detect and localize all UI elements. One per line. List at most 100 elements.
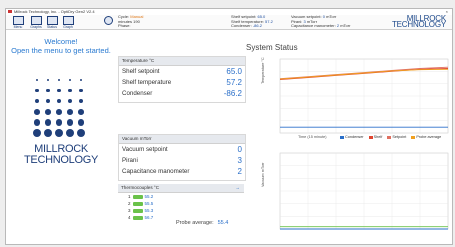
logo-dot — [34, 109, 40, 115]
expand-arrow-icon[interactable]: → — [235, 184, 240, 192]
tc-status-chip — [132, 194, 143, 200]
vacuum-setpoint-unit: mTorr — [326, 14, 337, 19]
logo-dot — [58, 79, 60, 81]
capacitance-label: Capacitance manometer: — [291, 23, 336, 28]
vacuum-panel: Vacuum mTorr Vacuum setpoint 0 Pirani 3 Ca… — [118, 134, 246, 181]
welcome-title: Welcome! — [44, 37, 78, 46]
probe-average-value: 55.4 — [217, 220, 229, 226]
status-button-label: Status — [47, 25, 57, 29]
temp-chart-ylabel: Temperature °C — [261, 57, 265, 84]
cycle-info: Cycle: Manual minutes 190 Phase: — [118, 14, 143, 29]
temperature-panel: Temperature °C Shelf setpoint 65.0 Shelf … — [118, 56, 246, 103]
vac-chart-ylabel: Vacuum mTorr — [261, 162, 265, 187]
graph-button[interactable]: Graph — [62, 16, 74, 29]
thermocouple-header-label: Thermocouples °C — [121, 185, 160, 190]
logo-dot — [34, 99, 40, 104]
tc-label: 2 — [128, 201, 131, 206]
row-value: 2 — [237, 167, 242, 176]
vacuum-setpoint-row: Vacuum setpoint 0 — [119, 144, 245, 155]
temperature-summary: Shelf setpoint: 65.0 Shelf temperature: … — [231, 14, 273, 29]
logo-dot — [45, 99, 51, 104]
row-value: 3 — [237, 156, 242, 165]
logo-dot — [67, 99, 73, 104]
legend-item: Probe average — [416, 135, 442, 139]
vacuum-summary: Vacuum setpoint: 0 mTorr Pirani: 3 mTorr… — [291, 14, 351, 29]
row-label: Shelf temperature — [122, 79, 172, 86]
tc-value: 55.2 — [144, 194, 154, 199]
menu-button-label: Menu — [13, 25, 23, 29]
logo-dot — [79, 89, 83, 93]
graph-button-label: Graph — [63, 25, 73, 29]
legend-item: Condenser — [345, 135, 364, 139]
logo-dot — [45, 109, 51, 115]
brand-line2: TECHNOLOGY — [23, 154, 98, 166]
brand-name: MILLROCK TECHNOLOGY — [6, 144, 116, 166]
welcome-subtitle: Open the menu to get started. — [11, 46, 111, 55]
app-logo-icon — [8, 10, 12, 13]
vacuum-panel-header: Vacuum mTorr — [119, 135, 245, 144]
toolbar: Menu Graphs Status Graph Cycle: Manual m… — [6, 14, 452, 30]
logo-dot — [56, 99, 62, 104]
logo-dot — [46, 89, 50, 93]
minutes-value: 190 — [133, 18, 140, 24]
condenser-value: -86.2 — [252, 23, 262, 28]
brand-dots-logo — [33, 79, 90, 139]
tc-value: 56.7 — [144, 215, 154, 220]
tc-status-chip — [132, 201, 143, 207]
thermocouple-row: 3 55.3 — [118, 207, 244, 214]
thermocouple-panel: Thermocouples °C → 1 55.2 2 55.5 3 55.3 4 56… — [118, 184, 244, 222]
tc-value: 55.5 — [144, 201, 154, 206]
logo-dot — [77, 129, 85, 137]
shelf-temp-value: 57.2 — [265, 18, 273, 24]
app-window: Millrock Technology, Inc. - OptiDry Gen2… — [5, 8, 453, 245]
graphs-button-label: Graphs — [30, 25, 42, 29]
logo-dot — [80, 79, 82, 81]
logo-dot — [68, 89, 72, 93]
logo-dot — [69, 79, 71, 81]
toolbar-logo: MILLROCK TECHNOLOGY — [392, 15, 446, 29]
status-button[interactable]: Status — [46, 16, 58, 29]
tc-label: 3 — [128, 208, 131, 213]
row-label: Pirani — [122, 157, 138, 164]
welcome-message: Welcome! Open the menu to get started. — [6, 37, 116, 55]
thermocouple-row: 2 55.5 — [118, 200, 244, 207]
row-label: Vacuum setpoint — [122, 146, 168, 153]
phase-label: Phase: — [118, 23, 131, 28]
logo-dot — [44, 119, 52, 126]
probe-average-label: Probe average: — [176, 220, 214, 226]
logo-dot — [36, 79, 38, 81]
capacitance-value: 2 — [336, 23, 340, 28]
logo-dot — [55, 119, 63, 126]
row-label: Capacitance manometer — [122, 168, 190, 175]
temperature-panel-header: Temperature °C — [119, 57, 245, 66]
logo-dot — [67, 109, 73, 115]
info-button[interactable] — [102, 16, 114, 28]
temp-chart-legend: Condenser Shelf Setpoint Probe average — [336, 135, 450, 139]
vacuum-setpoint-value: 0 — [322, 14, 325, 19]
logo-dot — [78, 99, 84, 104]
row-label: Shelf setpoint — [122, 68, 160, 75]
graphs-button[interactable]: Graphs — [30, 16, 42, 29]
temp-chart-xlabel: Time (15 minute) — [298, 135, 327, 139]
info-icon — [103, 16, 113, 25]
capacitance-row: Capacitance manometer 2 — [119, 166, 245, 177]
legend-swatch — [411, 135, 416, 139]
tc-label: 4 — [128, 215, 131, 220]
logo-dot — [33, 129, 41, 137]
thermocouple-row: 1 55.2 — [118, 193, 244, 200]
tc-label: 1 — [128, 194, 131, 199]
logo-dot — [47, 79, 49, 81]
logo-dot — [77, 119, 85, 126]
row-label: Condenser — [122, 90, 153, 97]
row-value: 0 — [237, 145, 242, 154]
menu-icon — [12, 16, 24, 25]
row-value: 57.2 — [226, 78, 242, 87]
logo-dot — [57, 89, 61, 93]
menu-button[interactable]: Menu — [12, 16, 24, 29]
capacitance-unit: mTorr — [340, 23, 351, 28]
tc-status-chip — [132, 208, 143, 214]
logo-dot — [56, 109, 62, 115]
row-value: 65.0 — [226, 67, 242, 76]
probe-average: Probe average: 55.4 — [176, 220, 228, 226]
condenser-row: Condenser -86.2 — [119, 88, 245, 99]
